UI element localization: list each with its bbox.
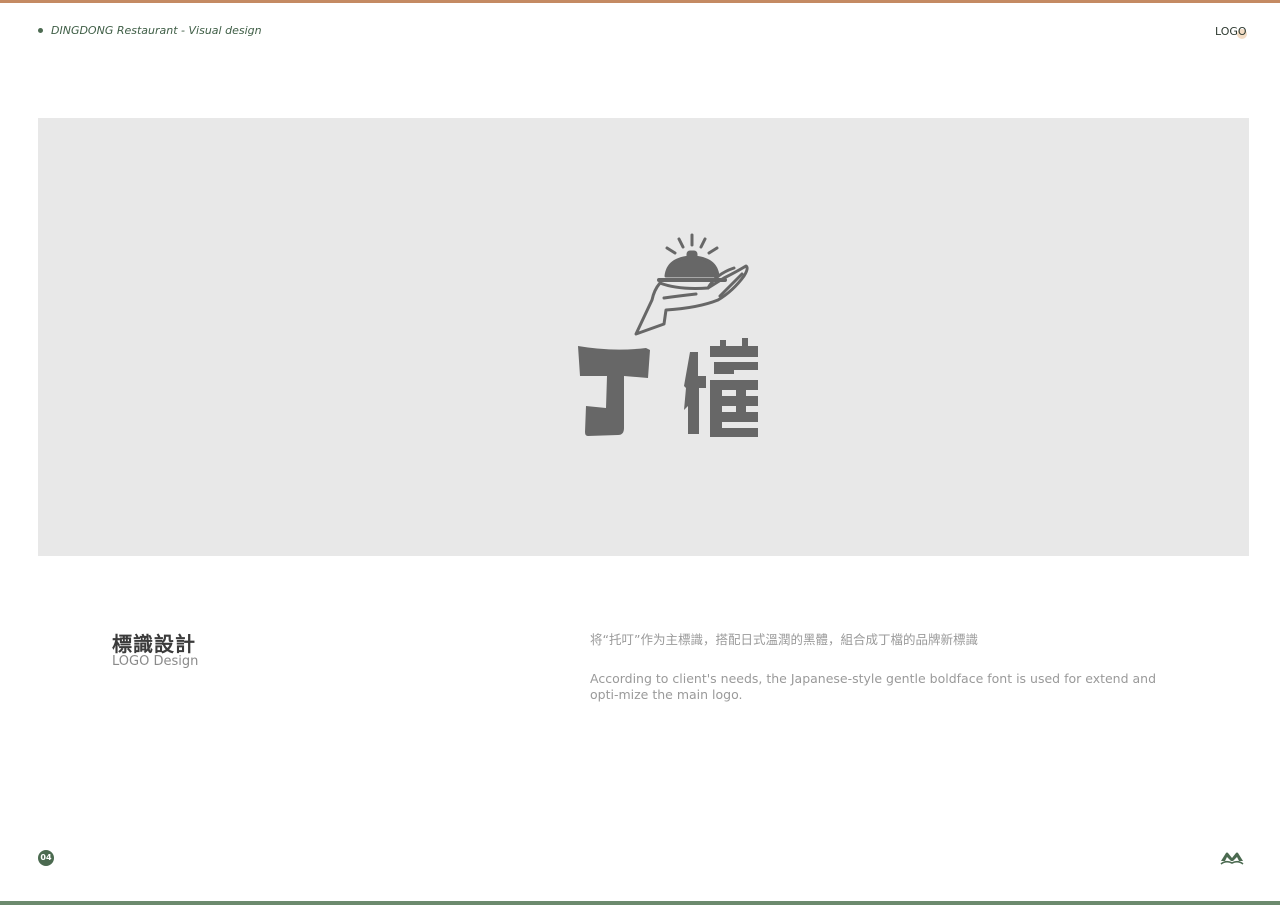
- top-accent-rule: [0, 0, 1280, 3]
- section-heading-zh: 標識設計: [112, 632, 196, 656]
- dingdong-logo: [578, 233, 758, 437]
- section-tag-label: LOGO: [1215, 25, 1247, 38]
- description-en: According to client's needs, the Japanes…: [590, 671, 1157, 702]
- logo-display-panel: [38, 118, 1249, 556]
- document-header-title: DINGDONG Restaurant - Visual design: [51, 24, 262, 37]
- page-number-badge: 04: [38, 850, 54, 866]
- header-bullet-icon: [38, 28, 43, 33]
- bottom-accent-rule: [0, 901, 1280, 905]
- mountain-brand-mark-icon: [1220, 852, 1244, 865]
- section-tag: LOGO: [1212, 24, 1252, 42]
- wordmark-glyphs: [578, 338, 758, 437]
- description-zh: 将“托叮”作为主標識，搭配日式溫潤的黑體，組合成丁檔的品牌新標識: [590, 632, 978, 647]
- section-heading-en: LOGO Design: [112, 654, 199, 669]
- hand-holding-service-bell-icon: [634, 233, 749, 336]
